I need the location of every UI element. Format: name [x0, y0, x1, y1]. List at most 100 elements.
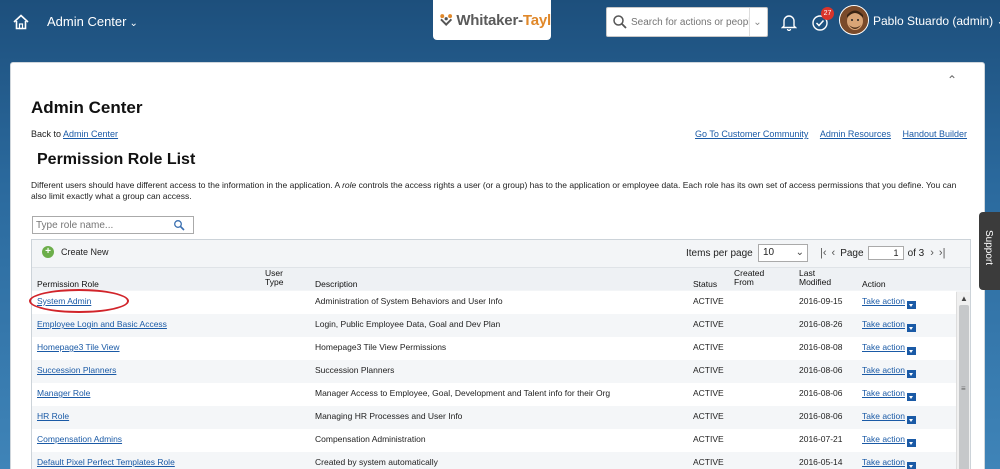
admin-center-menu[interactable]: Admin Center ⌄	[47, 14, 138, 29]
page-label: Page	[840, 247, 864, 259]
role-link[interactable]: Employee Login and Basic Access	[37, 319, 167, 329]
resource-links: Go To Customer Community Admin Resources…	[686, 129, 967, 139]
col-action: Action	[862, 279, 886, 289]
take-action-link[interactable]: Take action	[862, 457, 905, 467]
action-dropdown-icon[interactable]	[907, 370, 916, 378]
back-to-admin-center-link[interactable]: Admin Center	[63, 129, 118, 139]
role-link[interactable]: HR Role	[37, 411, 69, 421]
role-status: ACTIVE	[693, 388, 724, 398]
take-action-link[interactable]: Take action	[862, 411, 905, 421]
admin-panel: ⌃ Admin Center Back to Admin Center Go T…	[10, 62, 985, 469]
create-new-button[interactable]: + Create New	[42, 246, 109, 258]
bell-icon[interactable]	[781, 13, 797, 31]
role-last-modified: 2016-07-21	[799, 434, 843, 444]
logo-mark-icon	[440, 14, 453, 26]
scroll-up-icon[interactable]: ▲	[960, 294, 968, 303]
home-icon[interactable]	[12, 13, 30, 31]
search-dropdown-icon[interactable]: ⌄	[749, 8, 765, 36]
role-description: Administration of System Behaviors and U…	[315, 296, 503, 306]
role-description: Managing HR Processes and User Info	[315, 411, 463, 421]
create-new-label: Create New	[61, 247, 109, 257]
role-status: ACTIVE	[693, 319, 724, 329]
table-scrollbar[interactable]: ▲ ≡	[956, 292, 970, 469]
global-search-input[interactable]	[631, 16, 749, 28]
user-name-menu[interactable]: Pablo Stuardo (admin) ⌄	[873, 14, 1000, 28]
action-dropdown-icon[interactable]	[907, 324, 916, 332]
items-per-page-select[interactable]: 10 ⌄	[758, 244, 808, 262]
highlight-ellipse	[29, 289, 129, 313]
chevron-up-icon[interactable]: ⌃	[947, 73, 957, 87]
top-nav-bar: Admin Center⌄ Whitaker-Tayl ⌄ 27	[0, 0, 1000, 44]
take-action-link[interactable]: Take action	[862, 319, 905, 329]
next-page-icon[interactable]: ›	[930, 247, 934, 259]
action-dropdown-icon[interactable]	[907, 347, 916, 355]
action-dropdown-icon[interactable]	[907, 393, 916, 401]
page-title: Admin Center	[31, 98, 143, 117]
role-link[interactable]: Manager Role	[37, 388, 90, 398]
page-of-label: of 3	[907, 247, 925, 259]
logo-text: Whitaker-Tayl	[456, 12, 551, 29]
col-status[interactable]: Status	[693, 280, 717, 289]
action-dropdown-icon[interactable]	[907, 439, 916, 447]
role-link[interactable]: Compensation Admins	[37, 434, 122, 444]
admin-resources-link[interactable]: Admin Resources	[820, 129, 891, 139]
role-search-input[interactable]	[33, 219, 173, 231]
customer-community-link[interactable]: Go To Customer Community	[695, 129, 808, 139]
logo-text-part-2: Tayl	[522, 11, 551, 29]
grip-icon: ≡	[961, 384, 966, 393]
table-header: Permission Role User Type Description St…	[32, 268, 970, 290]
take-action-link[interactable]: Take action	[862, 365, 905, 375]
table-row: Homepage3 Tile View Homepage3 Tile View P…	[32, 337, 956, 360]
role-link[interactable]: Homepage3 Tile View	[37, 342, 120, 352]
avatar-face-icon	[840, 6, 868, 34]
role-description: Created by system automatically	[315, 457, 438, 467]
action-dropdown-icon[interactable]	[907, 462, 916, 469]
prev-page-icon[interactable]: ‹	[832, 247, 836, 259]
action-dropdown-icon[interactable]	[907, 301, 916, 309]
table-row: Employee Login and Basic Access Login, Pu…	[32, 314, 956, 337]
take-action-link[interactable]: Take action	[862, 388, 905, 398]
last-page-icon[interactable]: ›|	[939, 247, 946, 259]
col-description[interactable]: Description	[315, 280, 358, 289]
table-body: System Admin Administration of System Beh…	[29, 289, 956, 469]
role-description: Login, Public Employee Data, Goal and De…	[315, 319, 501, 329]
col-created-from[interactable]: Created From	[734, 269, 774, 287]
pagination: |‹ ‹ Page 1 of 3 › ›|	[820, 246, 950, 260]
support-tab[interactable]: Support	[979, 212, 1000, 290]
col-user-type[interactable]: User Type	[265, 269, 295, 287]
role-link[interactable]: Succession Planners	[37, 365, 116, 375]
role-description: Manager Access to Employee, Goal, Develo…	[315, 388, 611, 398]
search-icon[interactable]	[173, 219, 185, 231]
table-row: Compensation Admins Compensation Administ…	[32, 429, 956, 452]
avatar[interactable]	[839, 5, 869, 35]
permission-role-table: + Create New Items per page 10 ⌄ |‹ ‹ Pa…	[29, 239, 971, 469]
role-link[interactable]: Default Pixel Perfect Templates Role	[37, 457, 175, 467]
role-search-box[interactable]	[32, 216, 194, 234]
role-status: ACTIVE	[693, 365, 724, 375]
role-status: ACTIVE	[693, 411, 724, 421]
role-last-modified: 2016-08-06	[799, 411, 843, 421]
col-last-modified[interactable]: Last Modified	[799, 269, 839, 287]
back-prefix: Back to	[31, 129, 62, 139]
table-row: Default Pixel Perfect Templates Role Crea…	[32, 452, 956, 469]
global-search[interactable]: ⌄	[606, 7, 768, 37]
take-action-link[interactable]: Take action	[862, 342, 905, 352]
action-dropdown-icon[interactable]	[907, 416, 916, 424]
role-status: ACTIVE	[693, 457, 724, 467]
description-role-word: role	[342, 180, 357, 190]
search-icon	[613, 15, 627, 29]
page-number-input[interactable]: 1	[867, 246, 904, 260]
take-action-link[interactable]: Take action	[862, 296, 905, 306]
role-last-modified: 2016-05-14	[799, 457, 843, 467]
table-row: Manager Role Manager Access to Employee, …	[32, 383, 956, 406]
role-status: ACTIVE	[693, 434, 724, 444]
chevron-down-icon: ⌄	[129, 18, 138, 29]
handout-builder-link[interactable]: Handout Builder	[902, 129, 967, 139]
items-per-page-value: 10	[763, 247, 775, 258]
col-permission-role[interactable]: Permission Role	[37, 280, 99, 289]
back-link-row: Back to Admin Center	[31, 129, 118, 139]
table-row: HR Role Managing HR Processes and User In…	[32, 406, 956, 429]
first-page-icon[interactable]: |‹	[820, 247, 827, 259]
take-action-link[interactable]: Take action	[862, 434, 905, 444]
support-label: Support	[983, 230, 994, 266]
